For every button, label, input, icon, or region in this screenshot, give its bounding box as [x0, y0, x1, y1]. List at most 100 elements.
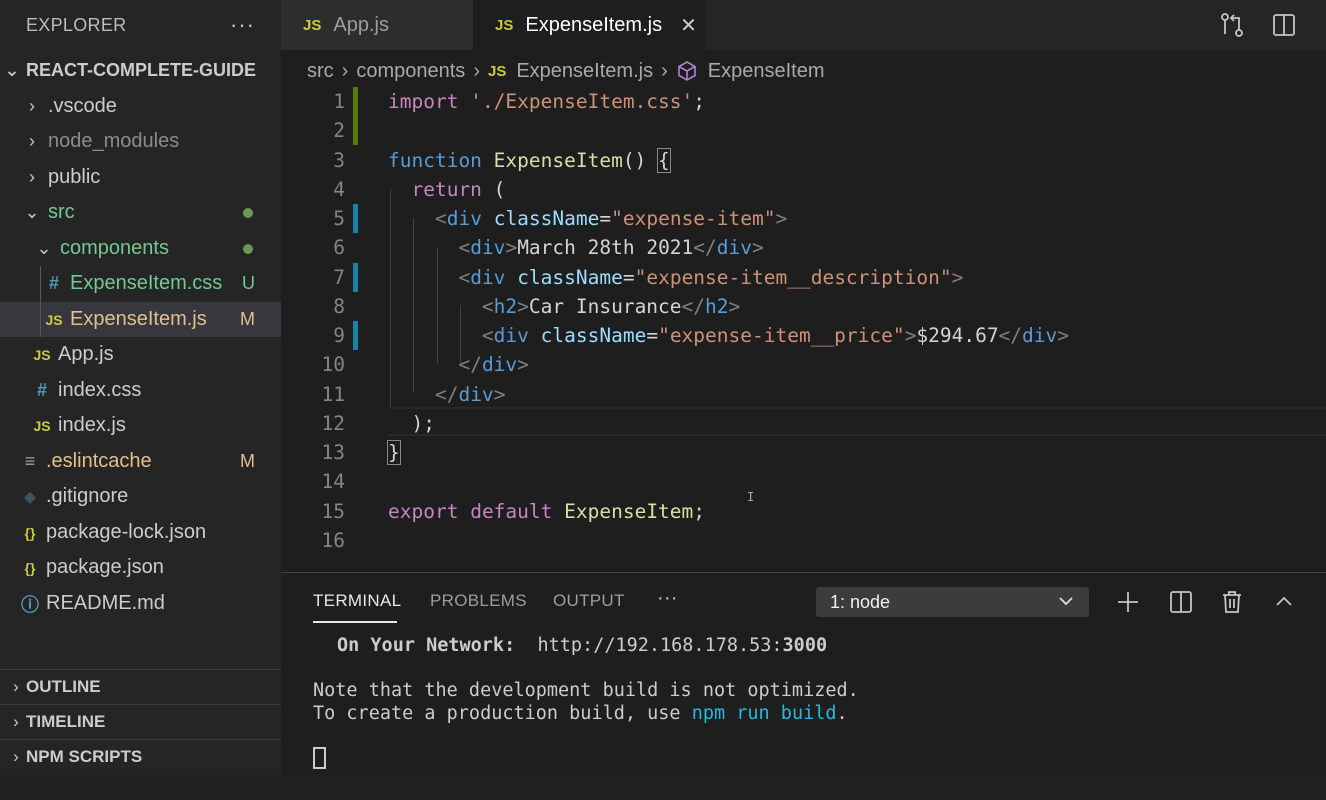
- folder-node-modules[interactable]: › node_modules: [0, 124, 281, 159]
- close-icon[interactable]: ✕: [680, 13, 697, 38]
- code-token: >: [728, 294, 741, 318]
- modified-badge: M: [240, 451, 255, 471]
- code-token: <: [458, 265, 471, 289]
- tab-app-js[interactable]: JS App.js: [281, 0, 473, 50]
- folder-vscode[interactable]: › .vscode: [0, 89, 281, 124]
- file-gitignore[interactable]: ◆ .gitignore: [0, 479, 281, 514]
- code-line[interactable]: 5 <div className="expense-item">: [281, 204, 1326, 233]
- code-token: <: [458, 236, 471, 260]
- breadcrumb-file[interactable]: ExpenseItem.js: [516, 60, 653, 83]
- file-index-css[interactable]: # index.css: [0, 373, 281, 408]
- code-line[interactable]: 7 <div className="expense-item__descript…: [281, 262, 1326, 292]
- code-token: =: [646, 324, 659, 347]
- chevron-up-icon[interactable]: [1271, 589, 1297, 615]
- js-file-icon: JS: [303, 16, 322, 34]
- modified-line-marker[interactable]: [353, 262, 358, 292]
- code-line[interactable]: 14: [281, 467, 1326, 496]
- file-expenseitem-js[interactable]: JS ExpenseItem.js M: [0, 302, 281, 337]
- tab-problems[interactable]: PROBLEMS: [430, 591, 527, 611]
- code-token: $294.67: [916, 324, 999, 347]
- more-panels-icon[interactable]: ···: [657, 587, 678, 610]
- code-line[interactable]: 11 </div>: [281, 380, 1326, 409]
- explorer-title: EXPLORER: [26, 14, 127, 35]
- file-readme-md[interactable]: ⓘ README.md: [0, 586, 281, 621]
- css-file-icon: #: [48, 273, 59, 293]
- chevron-down-icon: ⌄: [36, 238, 52, 258]
- file-app-js[interactable]: JS App.js: [0, 337, 281, 372]
- workspace-root[interactable]: ⌄ REACT-COMPLETE-GUIDE: [0, 53, 281, 88]
- chevron-right-icon: ›: [13, 747, 19, 766]
- file-expenseitem-css[interactable]: # ExpenseItem.css U: [0, 266, 281, 301]
- code-text: }: [387, 438, 401, 467]
- more-actions-icon[interactable]: ···: [230, 12, 255, 38]
- code-line[interactable]: 9 <div className="expense-item__price">$…: [281, 321, 1326, 350]
- file-package-lock-json[interactable]: {} package-lock.json: [0, 515, 281, 550]
- folder-public[interactable]: › public: [0, 160, 281, 195]
- line-number: 11: [321, 382, 345, 406]
- file-package-json[interactable]: {} package.json: [0, 550, 281, 585]
- code-token: "expense-item__price": [658, 324, 905, 347]
- code-token: </: [693, 236, 717, 260]
- code-line[interactable]: 16: [281, 526, 1326, 555]
- code-token: div: [493, 324, 529, 347]
- split-terminal-icon[interactable]: [1168, 589, 1194, 615]
- code-token: Car Insurance: [528, 294, 682, 318]
- added-line-marker[interactable]: [353, 116, 358, 146]
- trash-icon[interactable]: [1219, 589, 1245, 615]
- json-file-icon: {}: [24, 559, 36, 576]
- code-line[interactable]: 10 </div>: [281, 350, 1326, 379]
- code-line[interactable]: 3 function ExpenseItem() {: [281, 146, 1326, 175]
- modified-line-marker[interactable]: [353, 204, 358, 233]
- breadcrumb-components[interactable]: components: [356, 60, 465, 83]
- open-changes-icon[interactable]: [1219, 12, 1245, 38]
- code-token: "expense-item__description": [634, 265, 952, 289]
- info-file-icon: ⓘ: [21, 594, 39, 615]
- code-token: className: [517, 265, 623, 289]
- folder-src[interactable]: ⌄ src: [0, 195, 281, 230]
- new-terminal-icon[interactable]: [1115, 589, 1141, 615]
- bottom-panel: TERMINAL PROBLEMS OUTPUT ··· 1: node On …: [281, 572, 1326, 775]
- code-line[interactable]: 13}: [281, 438, 1326, 467]
- modified-dot-icon: [243, 207, 253, 218]
- file-index-js[interactable]: JS index.js: [0, 408, 281, 443]
- added-line-marker[interactable]: [353, 87, 358, 116]
- folder-components[interactable]: ⌄ components: [0, 231, 281, 266]
- section-npm-scripts[interactable]: › NPM SCRIPTS: [0, 739, 281, 774]
- breadcrumb-symbol[interactable]: ExpenseItem: [708, 60, 825, 83]
- modified-line-marker[interactable]: [353, 321, 358, 350]
- code-line[interactable]: 12 );: [281, 409, 1326, 438]
- code-line[interactable]: 8 <h2>Car Insurance</h2>: [281, 292, 1326, 321]
- explorer-header: EXPLORER ···: [0, 0, 281, 50]
- breadcrumb-src[interactable]: src: [307, 60, 334, 83]
- chevron-down-icon: ⌄: [24, 202, 40, 222]
- code-text: <div className="expense-item__descriptio…: [388, 263, 963, 292]
- tab-terminal[interactable]: TERMINAL: [313, 591, 401, 611]
- code-editor[interactable]: 1 import './ExpenseItem.css'; 2 3 function E…: [281, 87, 1326, 572]
- section-outline[interactable]: › OUTLINE: [0, 669, 281, 704]
- tab-expenseitem-js[interactable]: JS ExpenseItem.js ✕: [473, 0, 705, 50]
- code-line[interactable]: 6 <div>March 28th 2021</div>: [281, 233, 1326, 262]
- code-token: );: [388, 411, 435, 435]
- code-line[interactable]: 15 export default ExpenseItem;: [281, 497, 1326, 526]
- code-line[interactable]: 2: [281, 116, 1326, 146]
- code-text: <div>March 28th 2021</div>: [388, 233, 763, 262]
- tab-output[interactable]: OUTPUT: [553, 591, 625, 611]
- code-line[interactable]: 4 return (: [281, 175, 1326, 204]
- chevron-right-icon: ›: [341, 59, 349, 82]
- section-timeline[interactable]: › TIMELINE: [0, 704, 281, 739]
- chevron-right-icon: ›: [13, 677, 19, 696]
- code-token: </: [458, 353, 482, 377]
- code-token: "expense-item": [611, 207, 776, 230]
- code-line[interactable]: 1 import './ExpenseItem.css';: [281, 87, 1326, 116]
- js-file-icon: JS: [495, 16, 514, 34]
- file-eslintcache[interactable]: ≡ .eslintcache M: [0, 444, 281, 479]
- split-editor-icon[interactable]: [1271, 12, 1297, 38]
- terminal-select[interactable]: 1: node: [816, 587, 1089, 617]
- line-number: 3: [333, 148, 345, 172]
- code-token: >: [775, 207, 788, 230]
- chevron-right-icon: ›: [13, 712, 19, 731]
